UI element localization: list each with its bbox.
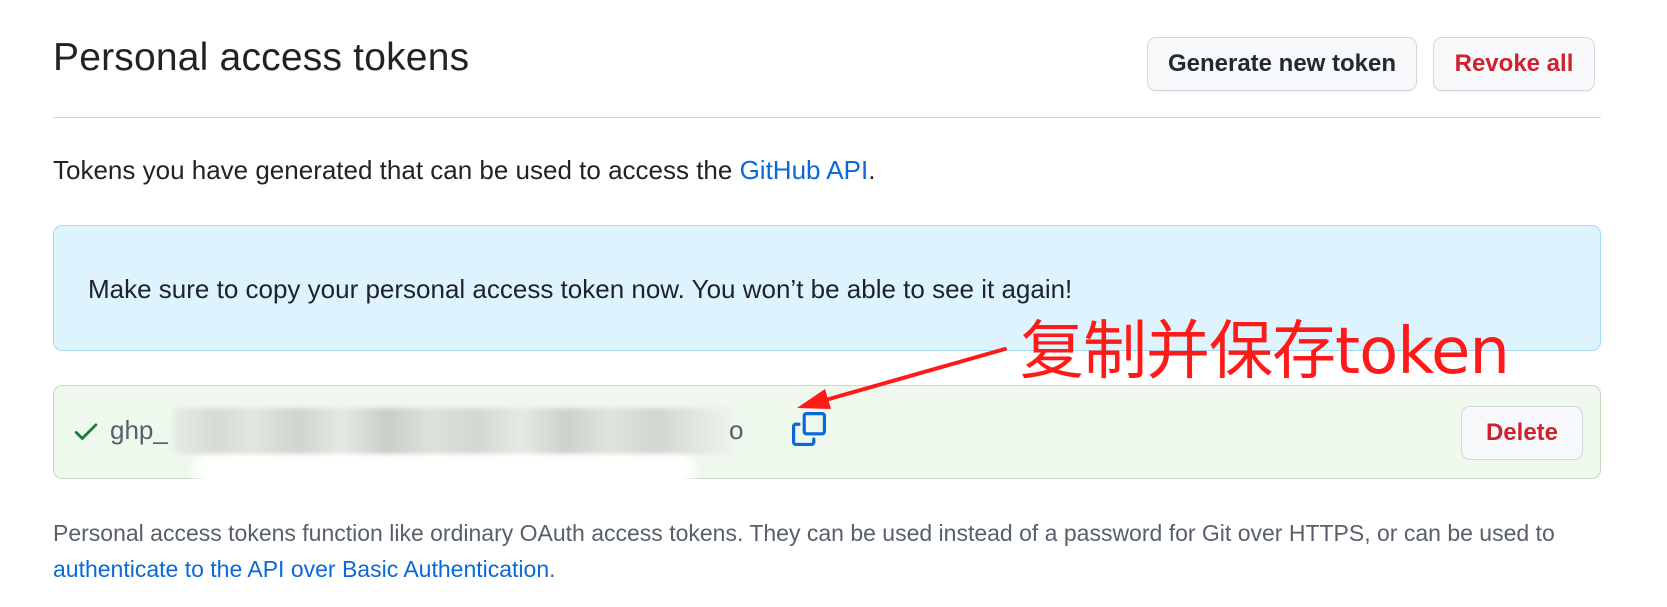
intro-text: Tokens you have generated that can be us…	[53, 155, 875, 186]
footer-text: Personal access tokens function like ord…	[53, 520, 1555, 546]
flash-message: Make sure to copy your personal access t…	[88, 274, 1073, 304]
page-title: Personal access tokens	[53, 36, 470, 79]
token-prefix: ghp_	[110, 415, 168, 445]
intro-text-body: Tokens you have generated that can be us…	[53, 155, 740, 185]
footer-end: .	[549, 556, 556, 582]
annotation-label: 复制并保存token	[1020, 315, 1510, 389]
github-api-link[interactable]: GitHub API	[740, 155, 869, 185]
check-icon	[74, 423, 98, 440]
delete-token-button[interactable]: Delete	[1461, 406, 1583, 460]
token-suffix: o	[729, 415, 744, 445]
basic-auth-link[interactable]: authenticate to the API over Basic Authe…	[53, 556, 549, 582]
page-header: Personal access tokens Generate new toke…	[53, 0, 1601, 118]
annotation-arrow-icon	[797, 347, 1007, 409]
revoke-all-button[interactable]: Revoke all	[1433, 37, 1595, 91]
token-redaction	[174, 408, 734, 454]
copy-icon[interactable]	[792, 412, 826, 446]
generate-new-token-button[interactable]: Generate new token	[1147, 37, 1417, 91]
footer-note: Personal access tokens function like ord…	[53, 515, 1601, 587]
intro-text-end: .	[868, 155, 876, 185]
settings-page: Personal access tokens Generate new toke…	[53, 0, 1601, 582]
